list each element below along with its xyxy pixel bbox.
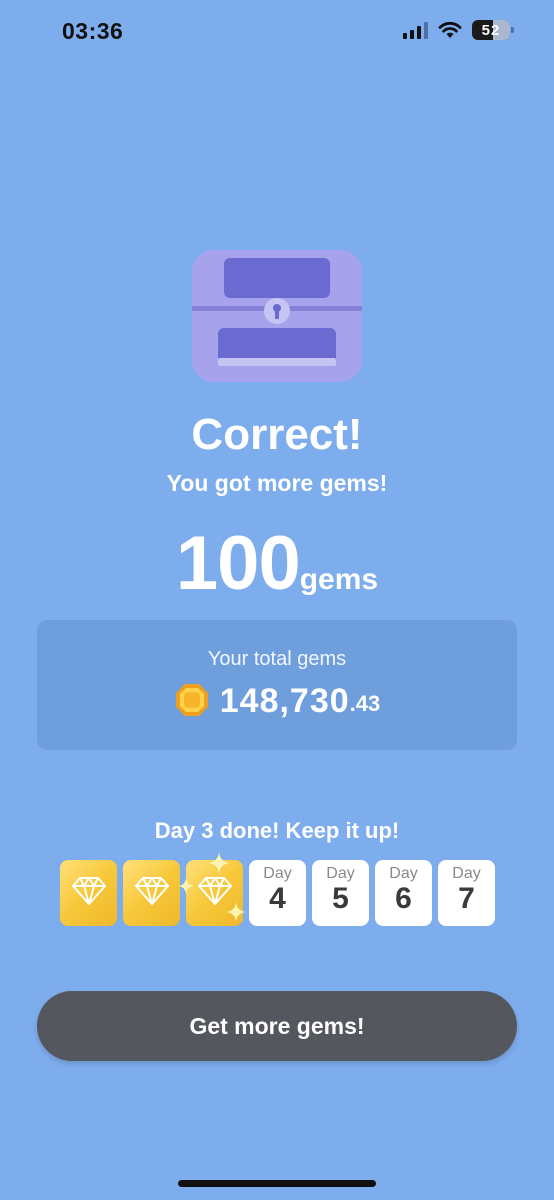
gem-coin-icon bbox=[175, 684, 208, 716]
day-6: Day 6 bbox=[375, 860, 432, 926]
sparkle-icon bbox=[178, 878, 194, 894]
diamond-icon bbox=[72, 877, 106, 905]
total-gems-row: 148,730.43 bbox=[0, 682, 554, 721]
total-gems-label: Your total gems bbox=[207, 648, 347, 670]
sparkle-icon bbox=[226, 902, 246, 922]
diamond-icon bbox=[135, 877, 169, 905]
battery-level: 52 bbox=[481, 21, 501, 39]
day-4: Day 4 bbox=[249, 860, 306, 926]
total-gems-value: 148,730 bbox=[219, 682, 350, 720]
signal-icon bbox=[403, 21, 428, 39]
status-indicators: 52 bbox=[403, 20, 514, 40]
total-gems-decimal: .43 bbox=[349, 691, 381, 716]
sparkle-icon bbox=[208, 852, 230, 874]
treasure-chest-icon bbox=[192, 250, 362, 382]
get-more-gems-button[interactable]: Get more gems! bbox=[37, 991, 517, 1061]
day-1-completed bbox=[60, 860, 117, 926]
streak-days: Day 4 Day 5 Day 6 Day 7 bbox=[60, 852, 495, 926]
reward-number: 100 bbox=[175, 521, 301, 606]
streak-message: Day 3 done! Keep it up! bbox=[154, 818, 400, 843]
reward-unit: gems bbox=[299, 563, 379, 596]
day-number: 6 bbox=[395, 882, 412, 915]
day-2-completed bbox=[123, 860, 180, 926]
day-label: Day bbox=[326, 865, 355, 882]
day-label: Day bbox=[452, 865, 481, 882]
reward-screen: 03:36 52 Correct! You got more gems! 100… bbox=[0, 0, 554, 1200]
day-label: Day bbox=[389, 865, 418, 882]
wifi-icon bbox=[438, 21, 462, 38]
battery-icon: 52 bbox=[472, 20, 514, 40]
day-label: Day bbox=[263, 865, 292, 882]
day-3-completed bbox=[178, 852, 246, 926]
status-time: 03:36 bbox=[62, 18, 124, 44]
day-7: Day 7 bbox=[438, 860, 495, 926]
day-number: 5 bbox=[332, 882, 349, 915]
result-subtitle: You got more gems! bbox=[166, 470, 388, 496]
result-title: Correct! bbox=[191, 410, 363, 459]
day-number: 4 bbox=[269, 882, 286, 915]
reward-amount: 100gems bbox=[0, 520, 554, 607]
day-number: 7 bbox=[458, 882, 475, 915]
day-5: Day 5 bbox=[312, 860, 369, 926]
home-indicator[interactable] bbox=[178, 1180, 376, 1187]
